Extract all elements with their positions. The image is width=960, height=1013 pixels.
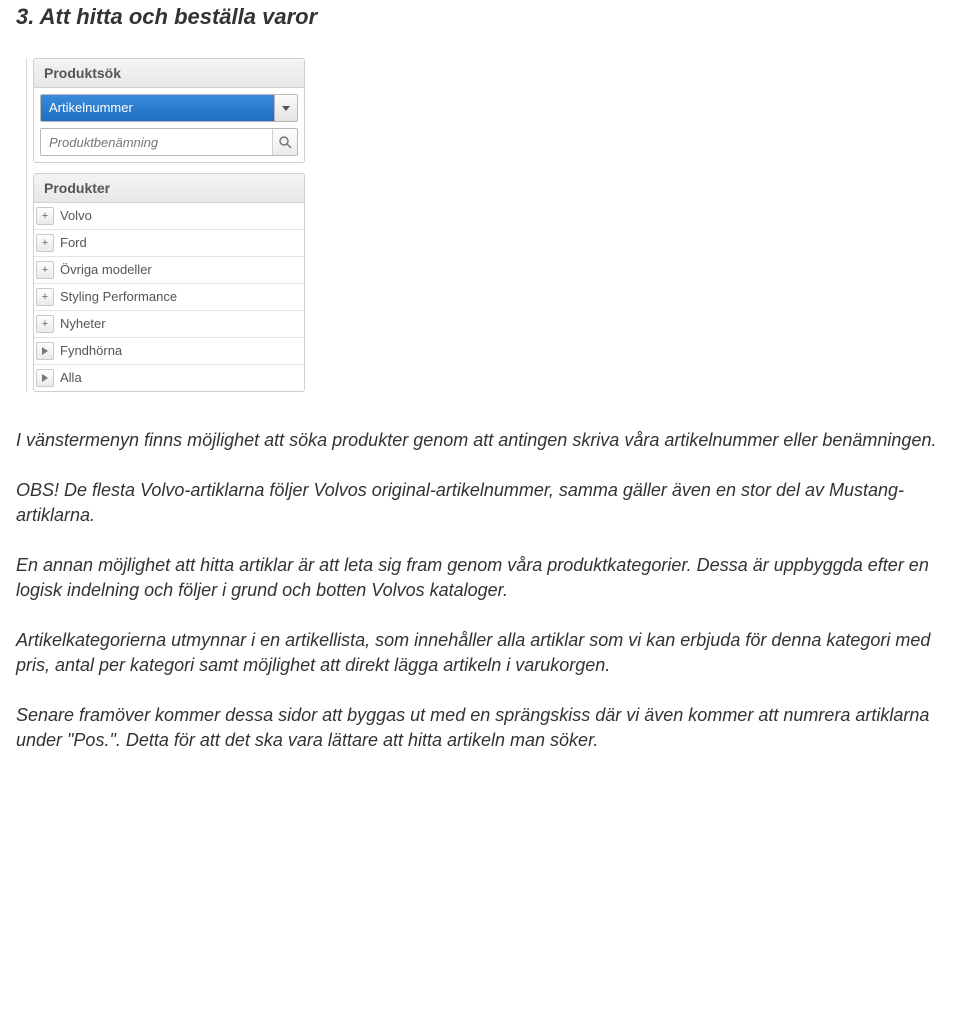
tree-item[interactable]: Alla <box>34 364 304 391</box>
tree-item-label: Övriga modeller <box>60 257 304 283</box>
products-panel-title: Produkter <box>34 174 304 203</box>
product-search-title: Produktsök <box>34 59 304 88</box>
tree-item-label: Ford <box>60 230 304 256</box>
section-heading: 3. Att hitta och beställa varor <box>16 4 944 30</box>
article-number-combo[interactable]: Artikelnummer <box>40 94 298 122</box>
tree-item[interactable]: + Volvo <box>34 203 304 229</box>
expand-icon[interactable]: + <box>36 207 54 225</box>
tree-item-label: Alla <box>60 365 304 391</box>
paragraph-5: Senare framöver kommer dessa sidor att b… <box>16 703 944 754</box>
products-panel: Produkter + Volvo + Ford + Övriga modeller + St… <box>33 173 305 392</box>
document-body: I vänstermenyn finns möjlighet att söka … <box>16 428 944 754</box>
chevron-down-icon <box>282 106 290 111</box>
tree-item[interactable]: + Ford <box>34 229 304 256</box>
search-icon <box>278 135 292 149</box>
tree-item[interactable]: Fyndhörna <box>34 337 304 364</box>
product-name-search[interactable] <box>40 128 298 156</box>
expand-icon[interactable]: + <box>36 315 54 333</box>
chevron-right-icon[interactable] <box>36 342 54 360</box>
paragraph-2: OBS! De flesta Volvo-artiklarna följer V… <box>16 478 944 529</box>
tree-item[interactable]: + Nyheter <box>34 310 304 337</box>
sidebar: Produktsök Artikelnummer <box>26 58 305 392</box>
tree-item[interactable]: + Styling Performance <box>34 283 304 310</box>
tree-item-label: Fyndhörna <box>60 338 304 364</box>
chevron-right-icon[interactable] <box>36 369 54 387</box>
tree-item[interactable]: + Övriga modeller <box>34 256 304 283</box>
article-number-combo-value: Artikelnummer <box>41 95 274 121</box>
expand-icon[interactable]: + <box>36 234 54 252</box>
combo-dropdown-button[interactable] <box>274 95 297 121</box>
tree-item-label: Styling Performance <box>60 284 304 310</box>
expand-icon[interactable]: + <box>36 288 54 306</box>
tree-item-label: Volvo <box>60 203 304 229</box>
paragraph-4: Artikelkategorierna utmynnar i en artike… <box>16 628 944 679</box>
product-name-input[interactable] <box>41 129 272 155</box>
expand-icon[interactable]: + <box>36 261 54 279</box>
search-button[interactable] <box>272 129 297 155</box>
paragraph-3: En annan möjlighet att hitta artiklar är… <box>16 553 944 604</box>
product-search-panel: Produktsök Artikelnummer <box>33 58 305 163</box>
product-tree: + Volvo + Ford + Övriga modeller + Styling Perf… <box>34 203 304 391</box>
paragraph-1: I vänstermenyn finns möjlighet att söka … <box>16 428 944 454</box>
tree-item-label: Nyheter <box>60 311 304 337</box>
